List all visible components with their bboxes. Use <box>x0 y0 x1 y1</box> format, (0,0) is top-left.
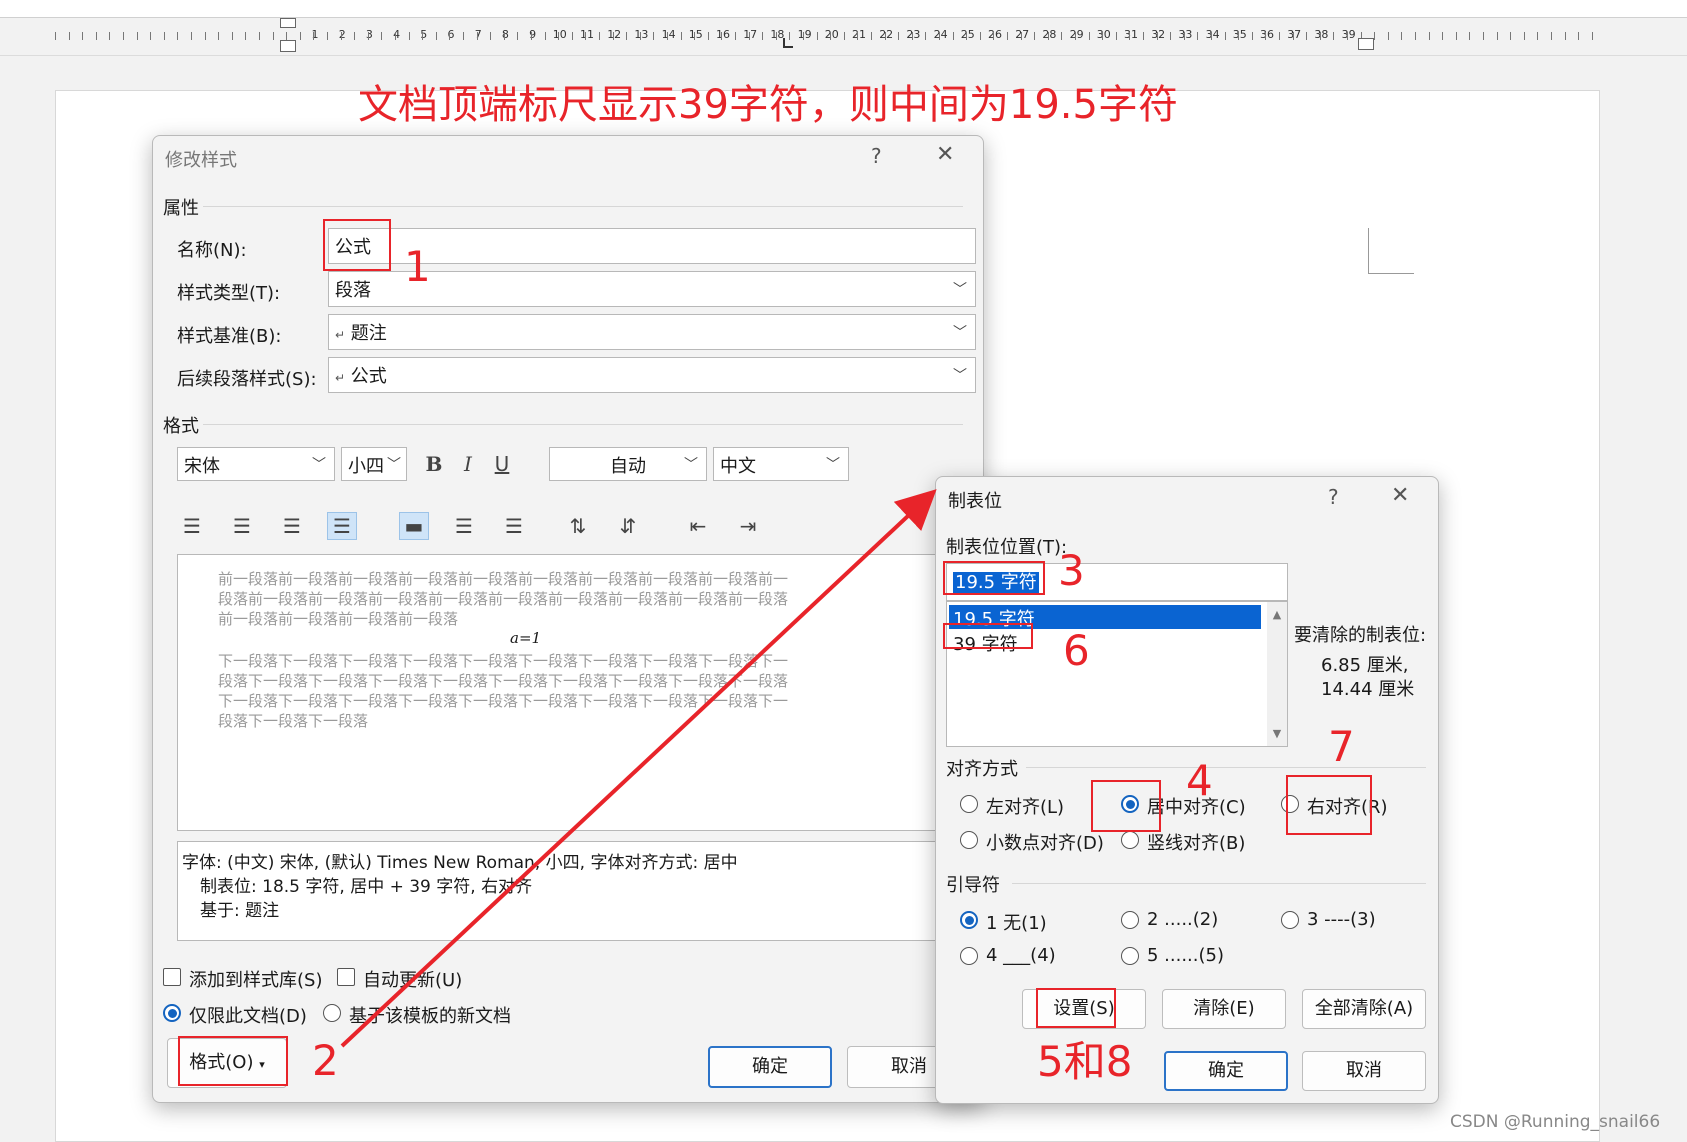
watermark: CSDN @Running_snail66 <box>1450 1112 1661 1132</box>
annotation-arrow <box>340 489 937 1048</box>
